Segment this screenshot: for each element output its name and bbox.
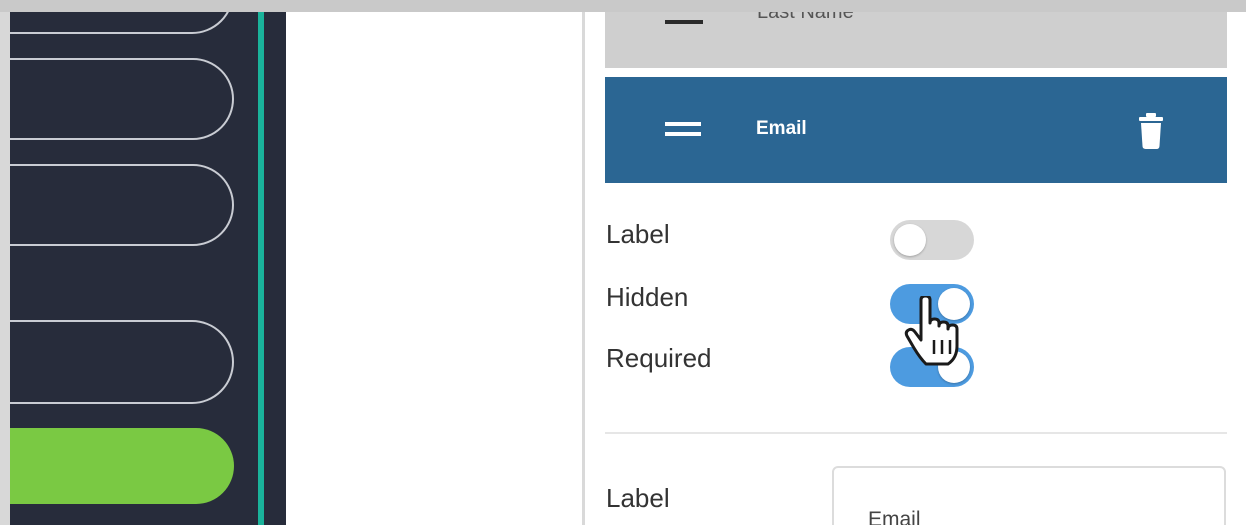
sidebar-pill-button-4[interactable] <box>0 320 234 404</box>
label-toggle-label: Label <box>606 219 670 249</box>
sidebar <box>0 0 258 525</box>
sidebar-pill-button-3[interactable] <box>0 164 234 246</box>
field-row-label: Email <box>756 118 807 139</box>
window-top-edge <box>0 0 1246 12</box>
delete-field-button[interactable] <box>1137 113 1165 149</box>
label-input-label: Label <box>606 483 670 513</box>
window-edge <box>0 0 10 525</box>
field-editor-panel: Last Name Email Label Hidden Required La… <box>582 0 1246 525</box>
drag-handle-icon[interactable] <box>665 20 703 24</box>
label-toggle[interactable] <box>890 220 974 260</box>
sidebar-pill-button-2[interactable] <box>0 58 234 140</box>
form-canvas <box>286 0 582 525</box>
field-row-email[interactable]: Email <box>605 77 1227 183</box>
section-divider <box>605 432 1227 434</box>
label-text-input[interactable] <box>832 466 1226 525</box>
sidebar-gutter <box>264 0 286 525</box>
required-toggle-label: Required <box>606 343 712 373</box>
hand-pointer-cursor-icon <box>904 296 959 366</box>
sidebar-primary-button[interactable] <box>0 428 234 504</box>
drag-handle-icon[interactable] <box>665 122 701 138</box>
trash-icon <box>1139 113 1163 149</box>
hidden-toggle-label: Hidden <box>606 282 689 312</box>
toggle-knob <box>894 224 926 256</box>
app-window: Last Name Email Label Hidden Required La… <box>0 0 1246 525</box>
